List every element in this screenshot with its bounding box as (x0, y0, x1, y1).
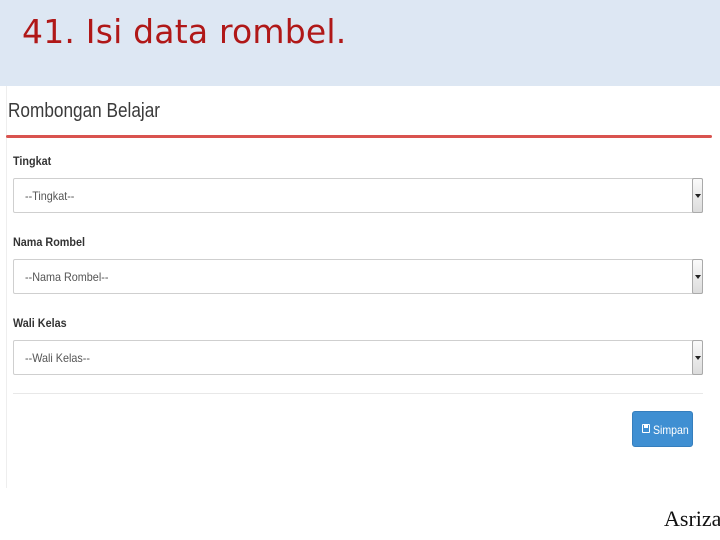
tingkat-select[interactable]: --Tingkat-- (13, 178, 703, 213)
chevron-down-icon[interactable] (692, 259, 703, 294)
wali-kelas-select-value: --Wali Kelas-- (25, 351, 91, 365)
panel-title-divider (6, 135, 712, 138)
nama-rombel-select-value: --Nama Rombel-- (25, 270, 109, 284)
footer-author: Asriza (664, 506, 720, 531)
panel-title: Rombongan Belajar (8, 100, 161, 122)
tingkat-select-value: --Tingkat-- (25, 189, 75, 203)
chevron-down-icon[interactable] (692, 178, 703, 213)
slide-title: 41. Isi data rombel. (22, 12, 347, 51)
rombongan-belajar-panel: Rombongan Belajar Tingkat --Tingkat-- Na… (6, 86, 714, 488)
wali-kelas-label: Wali Kelas (13, 316, 67, 330)
simpan-button[interactable]: Simpan (632, 411, 693, 447)
panel-border (6, 86, 7, 488)
floppy-disk-icon (642, 424, 650, 433)
nama-rombel-select[interactable]: --Nama Rombel-- (13, 259, 703, 294)
form-divider (13, 393, 703, 394)
simpan-button-label: Simpan (653, 423, 689, 437)
nama-rombel-label: Nama Rombel (13, 235, 86, 249)
slide-header: 41. Isi data rombel. (0, 0, 720, 86)
wali-kelas-select[interactable]: --Wali Kelas-- (13, 340, 703, 375)
tingkat-label: Tingkat (13, 154, 52, 168)
chevron-down-icon[interactable] (692, 340, 703, 375)
